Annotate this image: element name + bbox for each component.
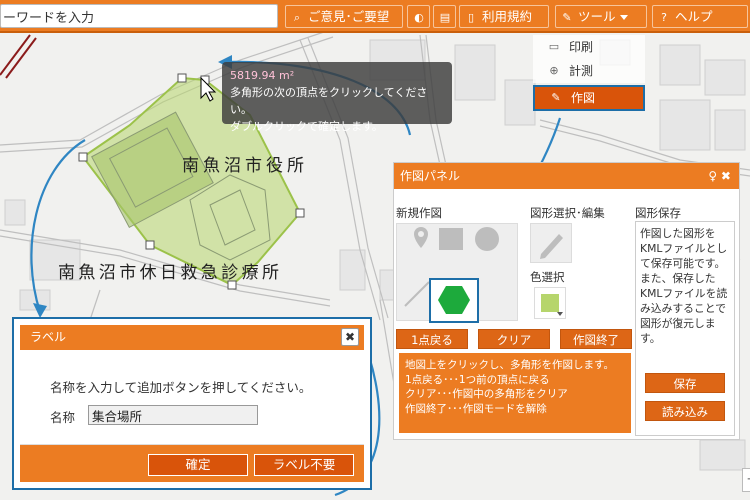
select-edit-tool[interactable] bbox=[530, 223, 572, 263]
feedback-button[interactable]: ⌕ ご意見･ご要望 bbox=[285, 5, 403, 28]
top-toolbar: ⌕ ご意見･ご要望 ◐ ▤ ▯ 利用規約 ✎ ツール ? ヘルプ bbox=[0, 0, 750, 33]
menu-item-print[interactable]: ▭ 印刷 bbox=[533, 35, 645, 59]
name-field-label: 名称 bbox=[50, 410, 76, 425]
color-swatch bbox=[541, 294, 559, 312]
zoom-in-button[interactable]: + bbox=[742, 468, 750, 492]
no-label-button[interactable]: ラベル不要 bbox=[254, 454, 354, 476]
label-dialog-title: ラベル bbox=[30, 330, 67, 344]
search-icon: ⌕ bbox=[293, 11, 301, 24]
save-shape-label: 図形保存 bbox=[635, 206, 681, 220]
drawing-panel-title: 作図パネル bbox=[400, 169, 461, 183]
save-description: 作図した図形をKMLファイルとして保存可能です。また、保存したKMLファイルを読… bbox=[640, 227, 728, 345]
drawing-help-text: 地図上をクリックし、多角形を作図します。 1点戻る･･･1つ前の頂点に戻る クリ… bbox=[399, 353, 631, 433]
save-section: 作図した図形をKMLファイルとして保存可能です。また、保存したKMLファイルを読… bbox=[635, 221, 735, 436]
hexagon-icon bbox=[438, 286, 470, 314]
map-label-city-hall: 南魚沼市役所 bbox=[182, 156, 308, 176]
circle-tool-icon bbox=[475, 227, 499, 251]
tip-button[interactable]: ◐ bbox=[407, 5, 430, 28]
tooltip-line-2: ダブルクリックで確定します。 bbox=[230, 120, 383, 133]
help-button[interactable]: ? ヘルプ bbox=[652, 5, 748, 28]
menu-item-measure[interactable]: ⊕ 計測 bbox=[533, 59, 645, 83]
terms-label: 利用規約 bbox=[482, 9, 533, 24]
feedback-label: ご意見･ご要望 bbox=[308, 9, 390, 24]
undo-point-button[interactable]: 1点戻る bbox=[396, 329, 468, 349]
pencil-icon bbox=[540, 234, 563, 259]
color-swatch-button[interactable] bbox=[534, 287, 566, 319]
wrench-icon: ✎ bbox=[562, 11, 572, 24]
drawing-panel: 作図パネル ♀ ✖ 新規作図 図形選択･編集 図形保存 色選択 1点戻る クリア… bbox=[393, 162, 740, 440]
menu-item-draw[interactable]: ✎ 作図 bbox=[533, 85, 645, 111]
label-dialog-footer: 確定 ラベル不要 bbox=[20, 444, 364, 482]
rectangle-tool-icon bbox=[439, 228, 463, 250]
keyword-search-input[interactable] bbox=[0, 4, 278, 28]
chevron-down-icon bbox=[557, 312, 563, 316]
tools-button[interactable]: ✎ ツール bbox=[555, 5, 647, 28]
measure-tooltip: 5819.94 m² 多角形の次の頂点をクリックしてください。 ダブルクリックで… bbox=[222, 62, 452, 133]
line-tool-icon bbox=[404, 281, 430, 307]
chevron-down-icon bbox=[619, 15, 628, 20]
print-icon: ▭ bbox=[548, 40, 560, 53]
close-icon[interactable]: ✖ bbox=[341, 328, 359, 346]
polygon-tool-button[interactable] bbox=[429, 278, 479, 323]
panel-pin-close-icons[interactable]: ♀ ✖ bbox=[708, 163, 731, 189]
help-label: ヘルプ bbox=[675, 9, 713, 24]
color-select-label: 色選択 bbox=[530, 270, 565, 284]
pencil-icon: ✎ bbox=[551, 91, 561, 104]
lightbulb-icon: ◐ bbox=[414, 11, 424, 24]
terms-button[interactable]: ▯ 利用規約 bbox=[459, 5, 549, 28]
confirm-button[interactable]: 確定 bbox=[148, 454, 248, 476]
tooltip-line-1: 多角形の次の頂点をクリックしてください。 bbox=[230, 86, 428, 116]
new-drawing-label: 新規作図 bbox=[396, 206, 442, 220]
finish-drawing-button[interactable]: 作図終了 bbox=[560, 329, 632, 349]
tools-label: ツール bbox=[578, 9, 616, 24]
area-readout: 5819.94 m² bbox=[230, 69, 295, 82]
menu-item-label: 印刷 bbox=[569, 40, 594, 54]
select-edit-label: 図形選択･編集 bbox=[530, 206, 605, 220]
save-button[interactable]: 保存 bbox=[645, 373, 725, 393]
label-instruction: 名称を入力して追加ボタンを押してください。 bbox=[50, 380, 312, 395]
menu-item-label: 作図 bbox=[571, 91, 596, 105]
clear-button[interactable]: クリア bbox=[478, 329, 550, 349]
help-icon: ? bbox=[661, 11, 667, 24]
label-dialog-header[interactable]: ラベル ✖ bbox=[20, 325, 364, 350]
chat-button[interactable]: ▤ bbox=[433, 5, 456, 28]
label-name-input[interactable] bbox=[88, 405, 258, 425]
measure-icon: ⊕ bbox=[549, 64, 559, 77]
menu-item-label: 計測 bbox=[569, 64, 594, 78]
load-button[interactable]: 読み込み bbox=[645, 401, 725, 421]
label-dialog: ラベル ✖ 名称を入力して追加ボタンを押してください。 名称 確定 ラベル不要 bbox=[12, 317, 372, 490]
book-icon: ▯ bbox=[467, 11, 475, 24]
drawing-panel-header[interactable]: 作図パネル ♀ ✖ bbox=[394, 163, 739, 189]
point-tool-icon bbox=[414, 227, 428, 248]
tools-dropdown-menu: ▭ 印刷 ⊕ 計測 ✎ 作図 bbox=[533, 35, 645, 111]
chat-icon: ▤ bbox=[439, 11, 451, 24]
map-label-clinic: 南魚沼市休日救急診療所 bbox=[58, 263, 283, 283]
